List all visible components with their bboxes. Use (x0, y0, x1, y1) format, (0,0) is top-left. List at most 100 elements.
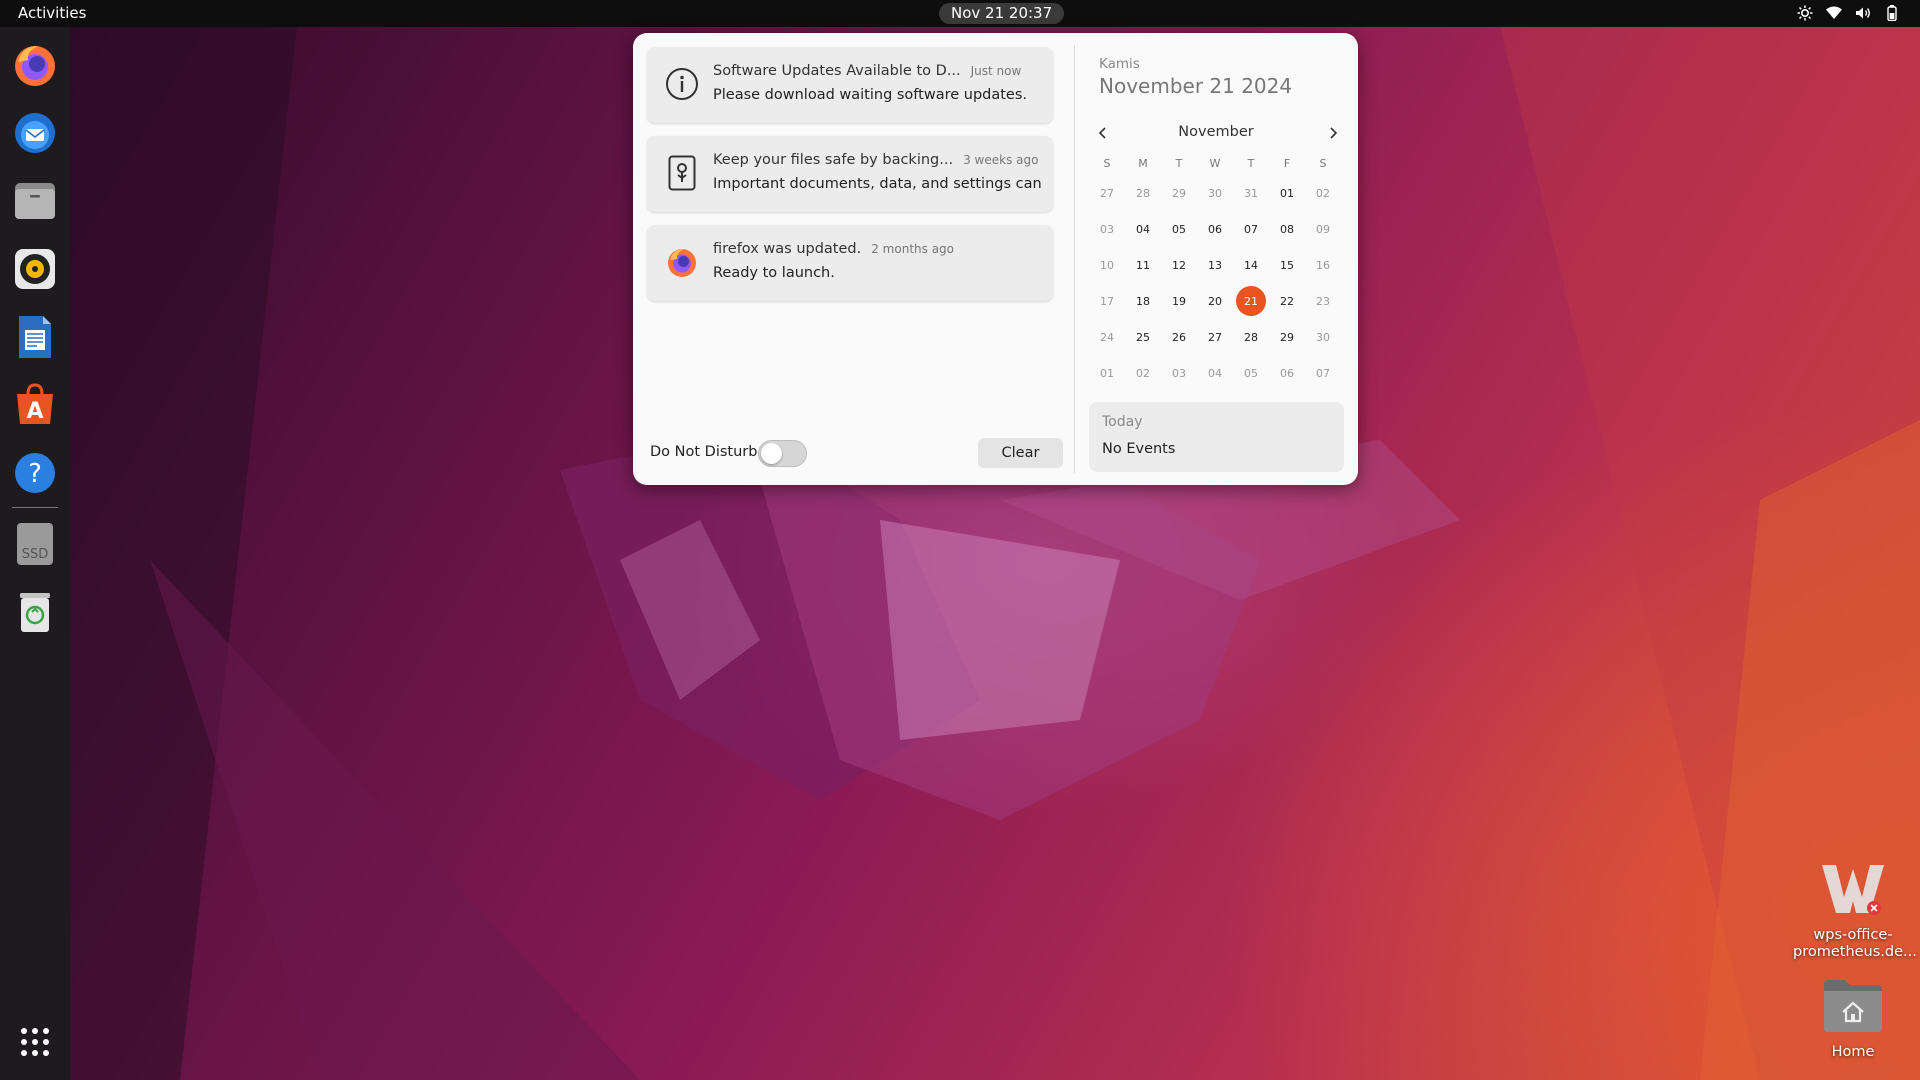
calendar-day[interactable]: 05 (1161, 214, 1197, 244)
toggle-knob (761, 443, 782, 464)
calendar-day[interactable]: 31 (1233, 178, 1269, 208)
clock-button[interactable]: Nov 21 20:37 (939, 3, 1065, 24)
calendar-day[interactable]: 04 (1125, 214, 1161, 244)
firefox-dock-icon[interactable] (10, 40, 60, 90)
calendar-day[interactable]: 15 (1269, 250, 1305, 280)
calendar-day[interactable]: 03 (1089, 214, 1125, 244)
notification-item[interactable]: Keep your files safe by backing... 3 week… (647, 136, 1053, 212)
notification-list: Software Updates Available to D... Just n… (647, 47, 1053, 314)
notification-time: Just now (970, 64, 1022, 78)
calendar-week-row: 17 18 19 20 21 22 23 (1089, 283, 1343, 319)
calendar-day[interactable]: 07 (1233, 214, 1269, 244)
calendar-day[interactable]: 28 (1233, 322, 1269, 352)
day-header: T (1247, 156, 1255, 170)
trash-dock-icon[interactable] (10, 588, 60, 638)
calendar-day[interactable]: 01 (1269, 178, 1305, 208)
desktop-icon-label: Home (1831, 1044, 1875, 1060)
calendar-day[interactable]: 03 (1161, 358, 1197, 388)
calendar-day[interactable]: 24 (1089, 322, 1125, 352)
calendar-day[interactable]: 01 (1089, 358, 1125, 388)
notification-time: 3 weeks ago (963, 153, 1039, 167)
desktop-icon-home[interactable]: Home (1793, 970, 1913, 1061)
day-header: M (1138, 156, 1148, 170)
svg-text:SSD: SSD (22, 547, 49, 562)
weekday-label: Kamis (1099, 56, 1140, 72)
calendar-day[interactable]: 20 (1197, 286, 1233, 316)
files-dock-icon[interactable] (10, 176, 60, 226)
month-navigation: November (1089, 121, 1343, 145)
notification-item[interactable]: firefox was updated. 2 months ago Ready t… (647, 225, 1053, 301)
calendar-day[interactable]: 09 (1305, 214, 1341, 244)
libreoffice-writer-dock-icon[interactable] (10, 312, 60, 362)
calendar-day[interactable]: 26 (1161, 322, 1197, 352)
events-section[interactable]: Today No Events (1089, 402, 1344, 472)
calendar-day[interactable]: 19 (1161, 286, 1197, 316)
calendar-week-row: 01 02 03 04 05 06 07 (1089, 355, 1343, 391)
calendar-day[interactable]: 30 (1197, 178, 1233, 208)
calendar-day[interactable]: 30 (1305, 322, 1341, 352)
calendar-day[interactable]: 23 (1305, 286, 1341, 316)
calendar-day[interactable]: 16 (1305, 250, 1341, 280)
day-header: S (1319, 156, 1327, 170)
calendar-day[interactable]: 02 (1305, 178, 1341, 208)
calendar-day[interactable]: 08 (1269, 214, 1305, 244)
calendar-day[interactable]: 06 (1269, 358, 1305, 388)
dock-separator (12, 507, 58, 508)
calendar-grid: S M T W T F S 27 28 29 30 31 01 02 03 04 05 06 07 08 09 10 11 1… (1089, 151, 1343, 391)
calendar-day[interactable]: 11 (1125, 250, 1161, 280)
calendar-week-row: 03 04 05 06 07 08 09 (1089, 211, 1343, 247)
svg-text:A: A (26, 399, 43, 424)
brightness-icon[interactable] (1797, 4, 1813, 22)
next-month-button[interactable] (1321, 121, 1345, 145)
firefox-icon (664, 242, 700, 282)
calendar-day[interactable]: 29 (1161, 178, 1197, 208)
info-icon (664, 64, 700, 104)
dock: A ? SSD (0, 27, 70, 1080)
calendar-day[interactable]: 04 (1197, 358, 1233, 388)
thunderbird-dock-icon[interactable] (10, 108, 60, 158)
calendar-day[interactable]: 10 (1089, 250, 1125, 280)
calendar-day[interactable]: 27 (1089, 178, 1125, 208)
home-folder-icon (1818, 970, 1888, 1040)
calendar-day-today[interactable]: 21 (1236, 286, 1266, 316)
ubuntu-software-dock-icon[interactable]: A (10, 380, 60, 430)
desktop-icon-label: wps-office- (1813, 927, 1893, 943)
calendar-day[interactable]: 28 (1125, 178, 1161, 208)
calendar-day[interactable]: 07 (1305, 358, 1341, 388)
calendar-day[interactable]: 25 (1125, 322, 1161, 352)
day-header: F (1283, 156, 1291, 170)
notification-body: Please download waiting software updates… (713, 87, 1028, 103)
volume-icon[interactable] (1855, 4, 1871, 22)
full-date-label[interactable]: November 21 2024 (1099, 74, 1292, 98)
system-tray[interactable] (1797, 4, 1900, 22)
calendar-day[interactable]: 13 (1197, 250, 1233, 280)
ssd-drive-dock-icon[interactable]: SSD (10, 519, 60, 569)
help-dock-icon[interactable]: ? (10, 448, 60, 498)
calendar-day[interactable]: 05 (1233, 358, 1269, 388)
show-applications-button[interactable] (10, 1017, 60, 1067)
notification-title: Keep your files safe by backing... 3 week… (713, 152, 1039, 168)
popover-divider (1074, 45, 1075, 473)
desktop-icon-wps-office[interactable]: wps-office- prometheus.de... (1793, 853, 1917, 961)
clear-notifications-button[interactable]: Clear (978, 438, 1063, 468)
calendar-day[interactable]: 06 (1197, 214, 1233, 244)
day-header: T (1175, 156, 1183, 170)
notification-item[interactable]: Software Updates Available to D... Just n… (647, 47, 1053, 123)
calendar-day[interactable]: 18 (1125, 286, 1161, 316)
battery-icon[interactable] (1884, 4, 1900, 22)
calendar-day[interactable]: 22 (1269, 286, 1305, 316)
calendar-day[interactable]: 02 (1125, 358, 1161, 388)
activities-button[interactable]: Activities (18, 4, 86, 22)
calendar-day[interactable]: 12 (1161, 250, 1197, 280)
calendar-day[interactable]: 17 (1089, 286, 1125, 316)
rhythmbox-dock-icon[interactable] (10, 244, 60, 294)
notification-body: Ready to launch. (713, 265, 835, 281)
wifi-icon[interactable] (1826, 4, 1842, 22)
backup-icon (664, 153, 700, 193)
calendar-day[interactable]: 14 (1233, 250, 1269, 280)
calendar-day[interactable]: 29 (1269, 322, 1305, 352)
do-not-disturb-toggle[interactable] (758, 440, 807, 467)
calendar-week-row: 27 28 29 30 31 01 02 (1089, 175, 1343, 211)
calendar-day[interactable]: 27 (1197, 322, 1233, 352)
notification-time: 2 months ago (871, 242, 955, 256)
